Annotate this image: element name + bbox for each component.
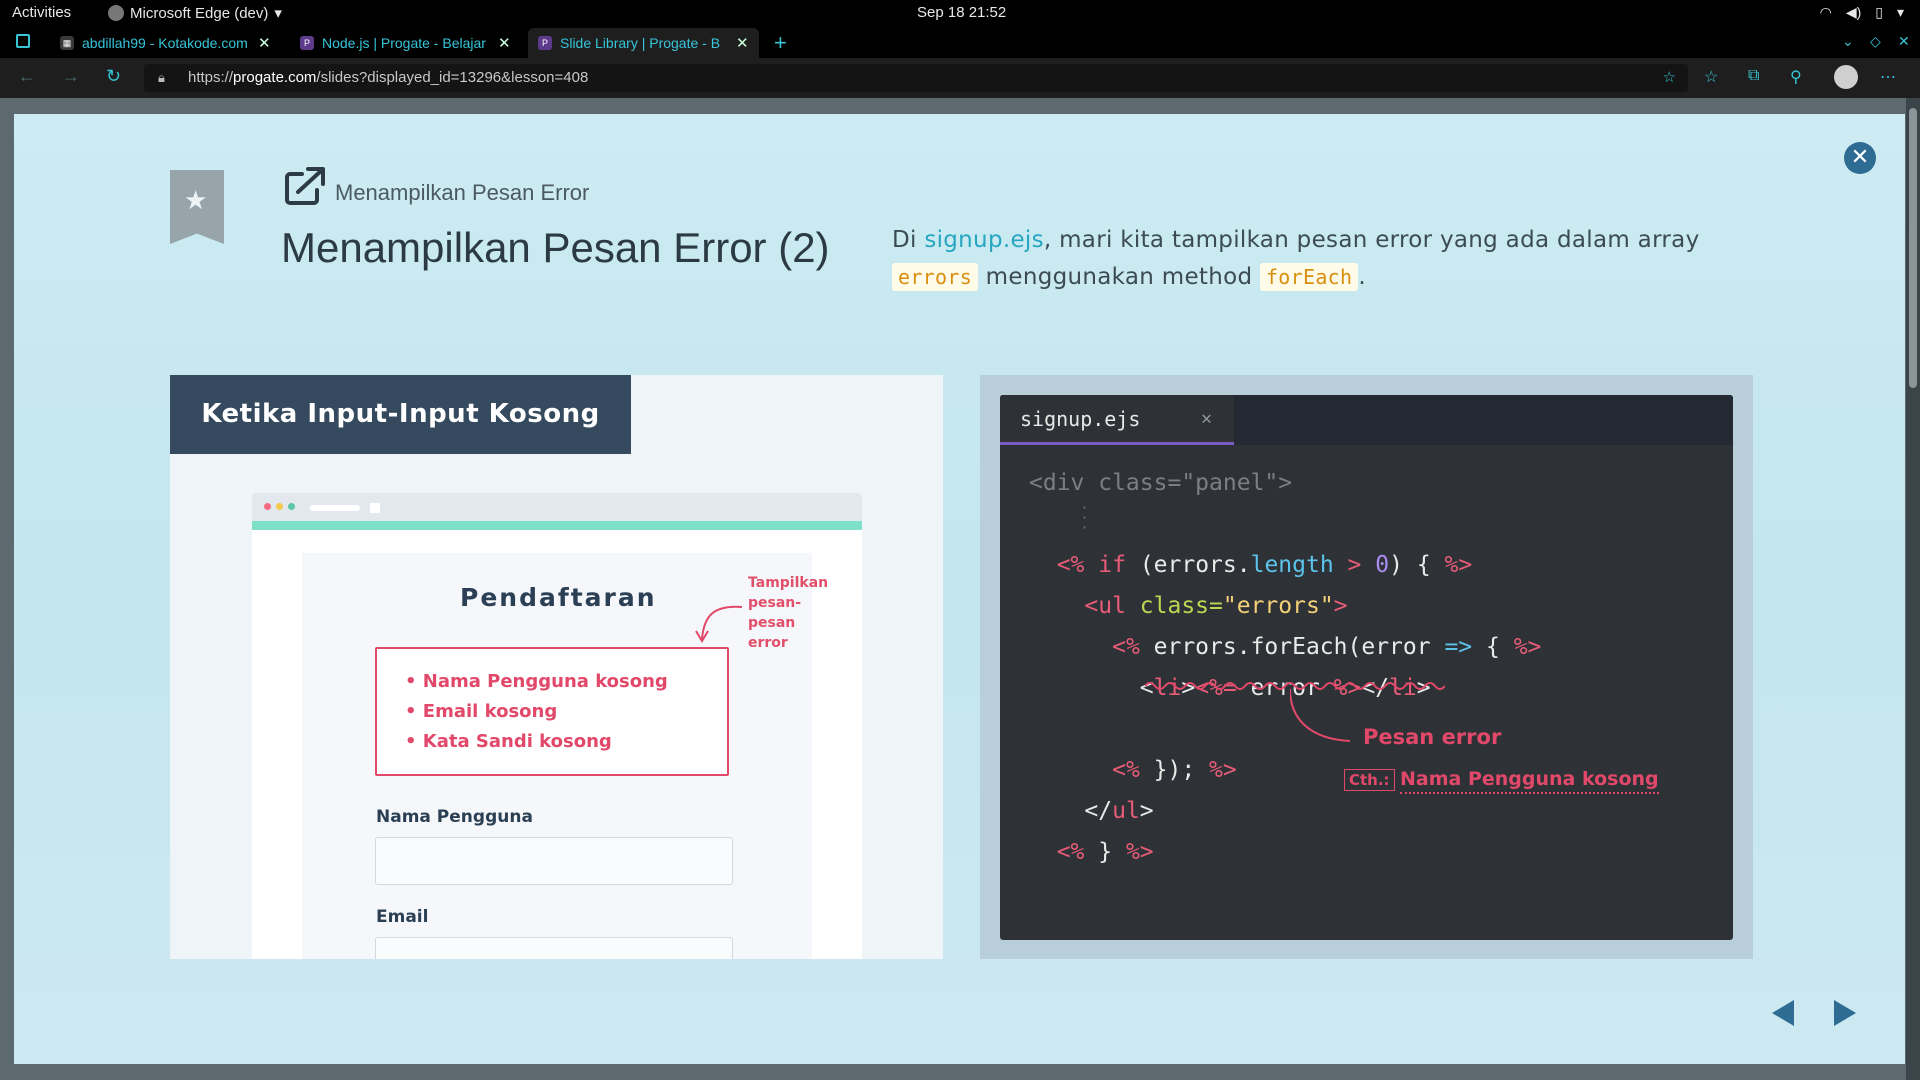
editor-tab-bar: signup.ejs ✕ xyxy=(1000,395,1733,445)
ellipsis-dots: · · · xyxy=(1082,498,1088,537)
code-panel: signup.ejs ✕ <div class="panel"> <% if (… xyxy=(980,375,1753,959)
annotation-line: Tampilkan xyxy=(748,575,829,591)
desc-text: Di xyxy=(892,227,925,253)
close-tab-icon[interactable]: ✕ xyxy=(258,34,271,52)
wifi-icon: ◠ xyxy=(1819,4,1832,20)
url-path: /slides?displayed_id=13296&lesson=408 xyxy=(316,69,589,86)
code-editor: signup.ejs ✕ <div class="panel"> <% if (… xyxy=(1000,395,1733,940)
annotation-line: pesan-pesan error xyxy=(748,595,802,651)
extensions-icon[interactable]: ⚲ xyxy=(1790,67,1802,87)
tab-nodejs[interactable]: P Node.js | Progate - Belajar ✕ xyxy=(290,28,521,58)
add-favorite-icon[interactable]: ☆ xyxy=(1663,64,1676,92)
system-top-bar: Activities Microsoft Edge (dev) ▾ Sep 18… xyxy=(0,0,1920,27)
email-input-mock xyxy=(375,937,733,959)
forward-arrow-icon[interactable]: → xyxy=(62,66,80,87)
app-name: Microsoft Edge (dev) xyxy=(130,4,269,22)
browser-toolbar: ← → ↻ 🔒︎ https://progate.com/slides?disp… xyxy=(0,58,1920,98)
form-title: Pendaftaran xyxy=(460,583,657,612)
browser-tab-strip: ▦ abdillah99 - Kotakode.com ✕ P Node.js … xyxy=(0,27,1920,58)
example-label: Cth.: xyxy=(1344,769,1395,791)
lesson-name: Menampilkan Pesan Error xyxy=(335,180,590,205)
annotation-title: Pesan error xyxy=(1363,725,1502,749)
system-tray[interactable]: ◠ ◀) ▯ ▾ xyxy=(1820,4,1904,21)
scrollbar-thumb[interactable] xyxy=(1909,108,1917,388)
tab-actions-icon[interactable] xyxy=(16,34,30,48)
battery-icon: ▯ xyxy=(1875,4,1883,20)
favorites-icon[interactable]: ☆ xyxy=(1704,67,1718,87)
error-list-box: Nama Pengguna kosong Email kosong Kata S… xyxy=(375,647,729,776)
collections-icon[interactable]: ⧉ xyxy=(1748,67,1759,85)
illustration-panel: Ketika Input-Input Kosong Pendaftaran Ta… xyxy=(170,375,943,959)
email-label: Email xyxy=(376,907,429,927)
tab-diamond-icon[interactable]: ◇ xyxy=(1870,33,1881,50)
close-slide-button[interactable]: ✕ xyxy=(1844,142,1876,174)
next-slide-button[interactable] xyxy=(1834,1000,1856,1026)
tab-slide-library[interactable]: P Slide Library | Progate - B ✕ xyxy=(528,28,759,58)
tab-kotakode[interactable]: ▦ abdillah99 - Kotakode.com ✕ xyxy=(50,28,281,58)
signup-form-mockup: Pendaftaran Tampilkan pesan-pesan error … xyxy=(302,553,828,959)
mock-dot-yellow xyxy=(276,503,283,510)
page-scrollbar[interactable] xyxy=(1906,98,1920,1080)
example-text: Nama Pengguna kosong xyxy=(1400,768,1659,794)
close-tab-icon[interactable]: ✕ xyxy=(736,34,749,52)
chevron-down-icon: ▾ xyxy=(274,5,282,22)
file-tab: signup.ejs ✕ xyxy=(1000,395,1234,445)
volume-icon: ◀) xyxy=(1845,4,1862,20)
browser-mockup: Pendaftaran Tampilkan pesan-pesan error … xyxy=(252,493,862,959)
error-item: Kata Sandi kosong xyxy=(405,727,727,757)
url-host: progate.com xyxy=(233,69,317,86)
slide-modal: ✕ ★ Menampilkan Pesan Error Menampilkan … xyxy=(14,114,1905,1064)
lock-icon: 🔒︎ xyxy=(158,70,165,85)
mock-accent-bar xyxy=(252,521,862,530)
close-tab-icon[interactable]: ✕ xyxy=(498,34,511,52)
illustration-heading: Ketika Input-Input Kosong xyxy=(170,375,631,454)
desc-text: . xyxy=(1358,264,1366,290)
tab-title: Slide Library | Progate - B xyxy=(560,35,721,51)
tab-title: abdillah99 - Kotakode.com xyxy=(82,35,248,51)
annotation-arrow-icon xyxy=(695,605,743,643)
code-tag-errors: errors xyxy=(892,263,979,291)
activities-button[interactable]: Activities xyxy=(12,4,71,21)
chevron-down-icon[interactable]: ⌄ xyxy=(1842,33,1854,50)
slide-title: Menampilkan Pesan Error (2) xyxy=(281,224,830,271)
progate-favicon-icon: P xyxy=(300,36,314,50)
desc-filename: signup.ejs xyxy=(924,227,1044,253)
username-input-mock xyxy=(375,837,733,885)
previous-slide-button[interactable] xyxy=(1772,1000,1794,1026)
app-menu[interactable]: Microsoft Edge (dev) ▾ xyxy=(108,4,282,22)
kotakode-favicon-icon: ▦ xyxy=(60,36,74,50)
slide-description: Di signup.ejs, mari kita tampilkan pesan… xyxy=(892,222,1752,296)
bookmark-button[interactable]: ★ xyxy=(170,170,224,244)
close-file-icon: ✕ xyxy=(1201,408,1212,429)
error-item: Email kosong xyxy=(405,697,727,727)
reload-icon[interactable]: ↻ xyxy=(106,66,121,87)
tab-title: Node.js | Progate - Belajar xyxy=(322,35,486,51)
mock-new-tab xyxy=(370,503,380,513)
url-prefix: https:// xyxy=(188,69,234,86)
close-window-icon[interactable]: ✕ xyxy=(1898,33,1910,50)
mock-dot-red xyxy=(264,503,271,510)
mock-dot-green xyxy=(288,503,295,510)
progate-favicon-icon: P xyxy=(538,36,552,50)
power-menu-icon: ▾ xyxy=(1896,4,1904,20)
code-tag-foreach: forEach xyxy=(1259,263,1359,291)
error-item: Nama Pengguna kosong xyxy=(405,667,727,697)
mock-browser-chrome xyxy=(252,493,862,521)
more-menu-icon[interactable]: ⋯ xyxy=(1880,67,1896,87)
back-arrow-icon[interactable]: ← xyxy=(18,66,36,87)
annotation-text: Tampilkan pesan-pesan error xyxy=(748,573,828,653)
star-icon: ★ xyxy=(184,186,208,216)
mock-tab xyxy=(310,505,360,511)
new-tab-button[interactable]: + xyxy=(774,30,787,56)
external-link-icon[interactable] xyxy=(284,166,328,206)
profile-avatar[interactable] xyxy=(1834,65,1858,89)
file-tab-name: signup.ejs xyxy=(1020,407,1141,431)
code-block: <div class="panel"> <% if (errors.length… xyxy=(1029,470,1542,865)
clock[interactable]: Sep 18 21:52 xyxy=(917,4,1006,21)
edge-app-icon xyxy=(108,5,124,21)
desc-text: , mari kita tampilkan pesan error yang a… xyxy=(1043,227,1700,253)
desc-text: menggunakan method xyxy=(978,264,1260,290)
username-label: Nama Pengguna xyxy=(376,807,533,827)
address-bar[interactable]: 🔒︎ https://progate.com/slides?displayed_… xyxy=(144,64,1688,92)
